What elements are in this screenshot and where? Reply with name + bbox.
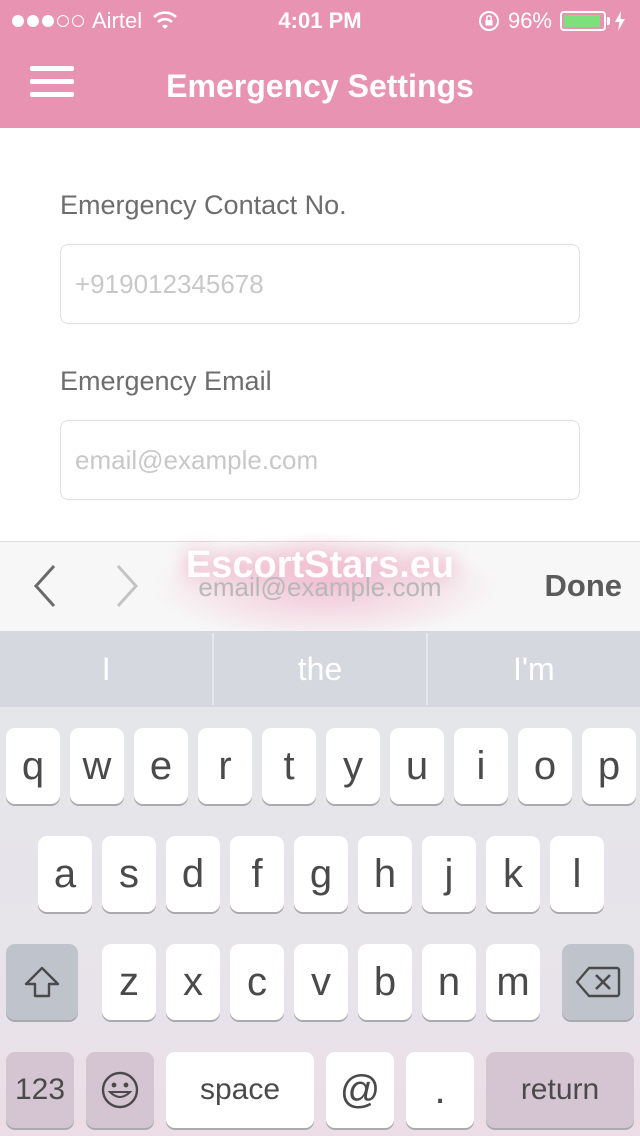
nav-bar: Emergency Settings <box>0 40 640 128</box>
status-right: 96% <box>478 8 626 34</box>
key-b[interactable]: b <box>358 944 412 1020</box>
shift-icon[interactable] <box>6 944 78 1020</box>
suggestion-item[interactable]: the <box>214 631 426 707</box>
emoji-icon[interactable] <box>86 1052 154 1128</box>
key-e[interactable]: e <box>134 728 188 804</box>
done-button[interactable]: Done <box>545 568 623 604</box>
key-p[interactable]: p <box>582 728 636 804</box>
key-h[interactable]: h <box>358 836 412 912</box>
key-u[interactable]: u <box>390 728 444 804</box>
backspace-glyph <box>575 966 621 998</box>
page-title: Emergency Settings <box>166 68 474 104</box>
battery-percent: 96% <box>507 8 552 33</box>
emoji-glyph <box>101 1071 139 1109</box>
key-i[interactable]: i <box>454 728 508 804</box>
rotation-lock-icon <box>478 11 499 31</box>
numbers-key[interactable]: 123 <box>6 1052 74 1128</box>
app-header: Airtel 4:01 PM 96% Emergency Settings <box>0 0 640 128</box>
key-l[interactable]: l <box>550 836 604 912</box>
key-s[interactable]: s <box>102 836 156 912</box>
keyboard: q w e r t y u i o p a s d f g h j k l z … <box>0 707 640 1136</box>
battery-level <box>564 15 601 27</box>
key-g[interactable]: g <box>294 836 348 912</box>
key-y[interactable]: y <box>326 728 380 804</box>
key-o[interactable]: o <box>518 728 572 804</box>
key-r[interactable]: r <box>198 728 252 804</box>
key-z[interactable]: z <box>102 944 156 1020</box>
charging-bolt-icon <box>615 11 625 31</box>
key-a[interactable]: a <box>38 836 92 912</box>
key-n[interactable]: n <box>422 944 476 1020</box>
contact-label: Emergency Contact No. <box>60 190 347 220</box>
key-j[interactable]: j <box>422 836 476 912</box>
battery-icon <box>560 11 626 31</box>
key-x[interactable]: x <box>166 944 220 1020</box>
email-label: Emergency Email <box>60 366 272 396</box>
key-d[interactable]: d <box>166 836 220 912</box>
at-key[interactable]: @ <box>326 1052 394 1128</box>
key-t[interactable]: t <box>262 728 316 804</box>
key-v[interactable]: v <box>294 944 348 1020</box>
battery-shell <box>560 11 606 31</box>
suggestion-item[interactable]: I'm <box>428 631 640 707</box>
key-f[interactable]: f <box>230 836 284 912</box>
key-c[interactable]: c <box>230 944 284 1020</box>
email-input[interactable] <box>60 420 580 500</box>
key-k[interactable]: k <box>486 836 540 912</box>
space-key[interactable]: space <box>166 1052 314 1128</box>
contact-number-input[interactable] <box>60 244 580 324</box>
return-key[interactable]: return <box>486 1052 634 1128</box>
key-m[interactable]: m <box>486 944 540 1020</box>
suggestion-item[interactable]: I <box>0 631 212 707</box>
status-bar: Airtel 4:01 PM 96% <box>0 0 640 40</box>
shift-glyph <box>24 966 60 998</box>
key-w[interactable]: w <box>70 728 124 804</box>
battery-tip <box>607 17 610 25</box>
dot-key[interactable]: . <box>406 1052 474 1128</box>
keyboard-accessory-bar: EscortStars.eu email@example.com Done <box>0 532 640 642</box>
suggestion-bar: I the I'm <box>0 631 640 707</box>
key-q[interactable]: q <box>6 728 60 804</box>
backspace-icon[interactable] <box>562 944 634 1020</box>
